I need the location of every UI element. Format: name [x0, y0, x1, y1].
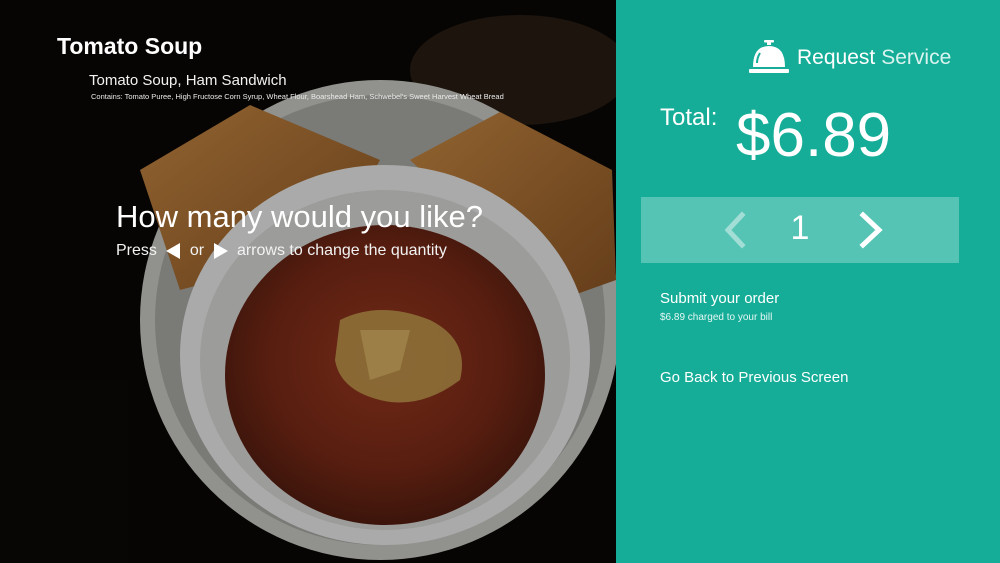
total-amount: $6.89	[736, 101, 892, 170]
item-ingredients: Contains: Tomato Puree, High Fructose Co…	[91, 92, 504, 101]
service-label: Service	[881, 46, 952, 69]
submit-order-button[interactable]: Submit your order $6.89 charged to your …	[660, 290, 779, 323]
chevron-right-icon[interactable]	[851, 210, 891, 250]
food-photo-panel: Tomato Soup Tomato Soup, Ham Sandwich Co…	[0, 0, 616, 563]
item-title: Tomato Soup	[57, 33, 203, 59]
item-subtitle: Tomato Soup, Ham Sandwich	[89, 72, 287, 89]
order-panel: Request Service Total: $6.89 1 Submit yo…	[616, 0, 1000, 563]
submit-order-label: Submit your order	[660, 290, 780, 307]
request-service-button[interactable]: Request Service	[748, 40, 951, 76]
triangle-left-icon	[166, 242, 181, 259]
request-label: Request	[797, 46, 876, 69]
service-bell-icon	[749, 40, 789, 73]
triangle-right-icon	[213, 242, 228, 259]
quantity-instruction: Press or arrows to change the quantity	[116, 242, 447, 260]
submit-order-note: $6.89 charged to your bill	[660, 312, 773, 323]
instruction-or: or	[189, 242, 205, 259]
quantity-value: 1	[790, 209, 810, 247]
instruction-press: Press	[116, 242, 157, 259]
go-back-button[interactable]: Go Back to Previous Screen	[660, 369, 848, 386]
instruction-rest: arrows to change the quantity	[236, 242, 447, 259]
quantity-selector: 1	[641, 197, 959, 263]
total-label: Total:	[660, 104, 718, 131]
quantity-question: How many would you like?	[116, 199, 484, 234]
chevron-left-icon[interactable]	[716, 210, 756, 250]
